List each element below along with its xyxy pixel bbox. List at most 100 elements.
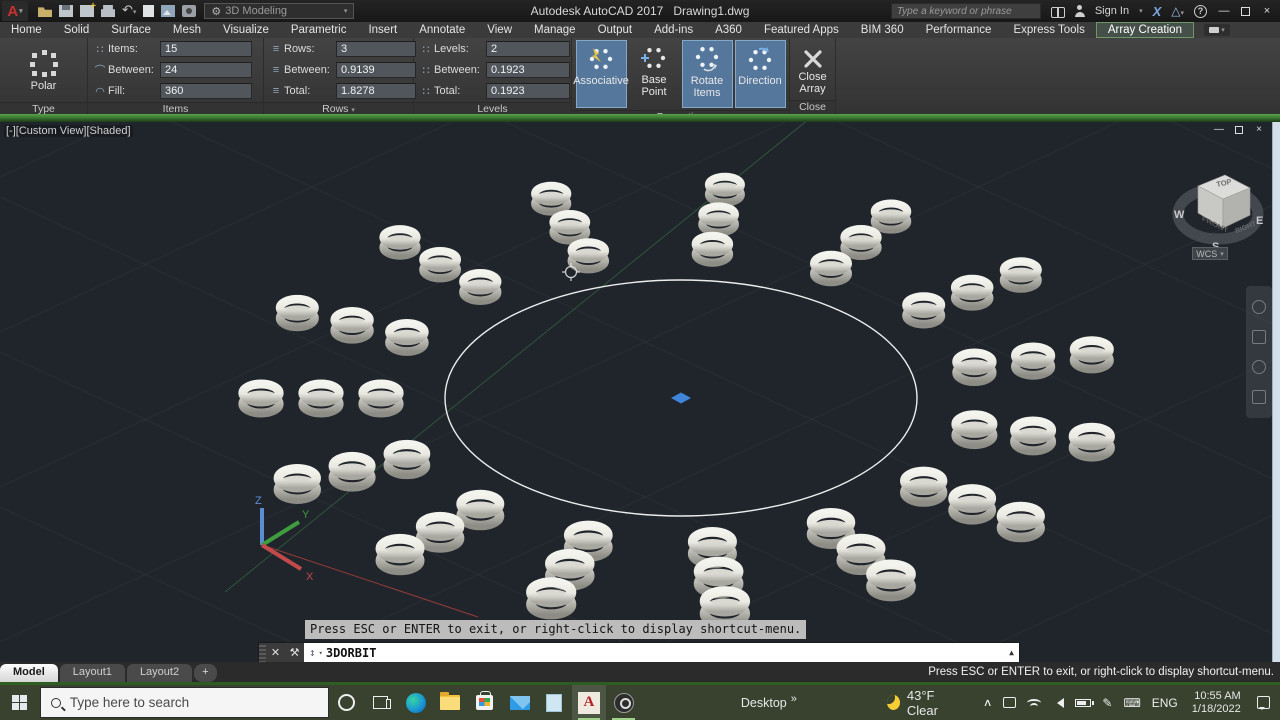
- command-expand-icon[interactable]: ▲: [1009, 648, 1014, 657]
- pan-icon[interactable]: [1252, 330, 1266, 344]
- store-button[interactable]: [468, 685, 503, 720]
- direction-button[interactable]: Direction: [734, 40, 786, 108]
- screen-record-icon[interactable]: ▾: [1203, 24, 1230, 36]
- touch-keyboard-icon[interactable]: ⌨: [1123, 696, 1140, 710]
- wifi-icon[interactable]: [1027, 698, 1042, 707]
- levels-between-input[interactable]: 0.1923: [486, 62, 570, 78]
- tab-layout2[interactable]: Layout2: [126, 664, 193, 682]
- clock[interactable]: 10:55 AM 1/18/2022: [1192, 690, 1241, 716]
- viewport-canvas[interactable]: Z Y X: [0, 122, 1280, 662]
- new-drawing-icon[interactable]: [143, 5, 155, 17]
- exchange-apps-icon[interactable]: X: [1153, 4, 1162, 19]
- volume-icon[interactable]: [1052, 697, 1065, 708]
- tab-manage[interactable]: Manage: [523, 23, 587, 37]
- start-button[interactable]: [0, 685, 40, 720]
- view-cube[interactable]: W S E TOP FRONT RIGHT: [1172, 158, 1268, 258]
- wcs-dropdown[interactable]: WCS ▾: [1192, 247, 1228, 260]
- tab-layout1[interactable]: Layout1: [59, 664, 125, 682]
- new-layout-button[interactable]: +: [194, 664, 217, 682]
- levels-total-input[interactable]: 0.1923: [486, 83, 570, 99]
- tab-bim-360[interactable]: BIM 360: [850, 23, 915, 37]
- rows-total-input[interactable]: 1.8278: [336, 83, 416, 99]
- plot-icon[interactable]: [101, 5, 115, 17]
- autocad-taskbar-button[interactable]: A: [571, 685, 607, 720]
- tab-view[interactable]: View: [476, 23, 523, 37]
- autocad-logo[interactable]: A ▾: [2, 1, 28, 21]
- close-button[interactable]: ×: [1260, 5, 1274, 17]
- vp-restore-button[interactable]: [1235, 125, 1243, 134]
- items-input[interactable]: 15: [160, 41, 252, 57]
- tab-a360[interactable]: A360: [704, 23, 753, 37]
- drawing-viewport[interactable]: Z Y X [-][Custom View][Shaded] — × W S E T…: [0, 122, 1280, 662]
- fill-input[interactable]: 360: [160, 83, 252, 99]
- command-input[interactable]: ↕ ▾ 3DORBIT ▲: [304, 643, 1019, 662]
- tab-add-ins[interactable]: Add-ins: [643, 23, 704, 37]
- open-icon[interactable]: [38, 7, 52, 17]
- file-explorer-button[interactable]: [433, 685, 468, 720]
- command-line-bar[interactable]: ✕ ⚒ ↕ ▾ 3DORBIT ▲: [258, 642, 1020, 662]
- sign-in-button[interactable]: Sign In: [1095, 5, 1129, 17]
- rotate-items-button[interactable]: Rotate Items: [681, 40, 733, 108]
- mail-button[interactable]: [502, 685, 537, 720]
- keyword-search-input[interactable]: Type a keyword or phrase: [890, 3, 1041, 19]
- save-as-icon[interactable]: [80, 1, 96, 17]
- hidden-icons-chevron[interactable]: ∧: [983, 696, 993, 709]
- obs-button[interactable]: [606, 685, 641, 720]
- minimize-button[interactable]: —: [1217, 5, 1231, 17]
- device-icon[interactable]: [1003, 697, 1017, 708]
- panel-title-close[interactable]: Close: [790, 100, 835, 114]
- language-indicator[interactable]: ENG: [1152, 696, 1178, 710]
- levels-input[interactable]: 2: [486, 41, 570, 57]
- navigation-wheel-icon[interactable]: [1252, 300, 1266, 314]
- help-icon[interactable]: ?: [1194, 4, 1207, 18]
- tab-insert[interactable]: Insert: [357, 23, 408, 37]
- camera-icon[interactable]: [182, 5, 197, 17]
- tab-home[interactable]: Home: [0, 23, 53, 37]
- rows-between-input[interactable]: 0.9139: [336, 62, 416, 78]
- base-point-button[interactable]: Base Point: [629, 40, 680, 108]
- a360-icon[interactable]: △▾: [1171, 4, 1184, 18]
- desktop-chevron-icon[interactable]: »: [791, 693, 797, 705]
- taskbar-search-input[interactable]: Type here to search: [39, 687, 329, 718]
- action-center-icon[interactable]: [1256, 696, 1270, 710]
- vp-minimize-button[interactable]: —: [1212, 124, 1226, 135]
- recent-commands-icon[interactable]: ↕: [309, 646, 316, 659]
- tab-surface[interactable]: Surface: [100, 23, 162, 37]
- edge-button[interactable]: [398, 685, 433, 720]
- viewport-controls-label[interactable]: [-][Custom View][Shaded]: [4, 125, 133, 137]
- search-binoculars-icon[interactable]: [1050, 6, 1065, 18]
- tab-express-tools[interactable]: Express Tools: [1002, 23, 1095, 37]
- tab-parametric[interactable]: Parametric: [280, 23, 358, 37]
- tab-performance[interactable]: Performance: [915, 23, 1003, 37]
- between-input[interactable]: 24: [160, 62, 252, 78]
- viewport-scrollbar[interactable]: [1272, 122, 1280, 662]
- tab-visualize[interactable]: Visualize: [212, 23, 280, 37]
- navigation-bar[interactable]: [1246, 286, 1272, 418]
- vp-close-button[interactable]: ×: [1252, 124, 1266, 135]
- zoom-icon[interactable]: [1252, 360, 1266, 374]
- close-array-button[interactable]: Close Array: [791, 44, 835, 95]
- workspace-switcher[interactable]: ⚙ 3D Modeling ▾: [204, 3, 355, 19]
- rows-input[interactable]: 3: [336, 41, 416, 57]
- restore-button[interactable]: [1241, 6, 1250, 16]
- tab-featured-apps[interactable]: Featured Apps: [753, 23, 850, 37]
- cortana-button[interactable]: [329, 685, 364, 720]
- battery-icon[interactable]: [1075, 698, 1095, 707]
- undo-icon[interactable]: ↶▾: [122, 3, 136, 19]
- tab-annotate[interactable]: Annotate: [408, 23, 476, 37]
- tab-output[interactable]: Output: [587, 23, 644, 37]
- command-bar-grip[interactable]: [259, 643, 266, 662]
- task-view-button[interactable]: [364, 685, 399, 720]
- tab-array-creation[interactable]: Array Creation: [1095, 22, 1194, 38]
- tab-solid[interactable]: Solid: [53, 23, 101, 37]
- weather-text[interactable]: 43°F Clear: [907, 688, 961, 718]
- orbit-icon[interactable]: [1252, 390, 1266, 404]
- customize-wrench-icon[interactable]: ⚒: [285, 643, 304, 662]
- save-icon[interactable]: [59, 5, 73, 17]
- desktop-toolbar[interactable]: Desktop »: [741, 693, 797, 710]
- tab-mesh[interactable]: Mesh: [162, 23, 212, 37]
- weather-moon-icon[interactable]: [886, 695, 900, 710]
- chevron-down-icon[interactable]: ▾: [1139, 7, 1143, 15]
- tab-model[interactable]: Model: [0, 664, 58, 682]
- pen-icon[interactable]: ✎: [1102, 696, 1112, 710]
